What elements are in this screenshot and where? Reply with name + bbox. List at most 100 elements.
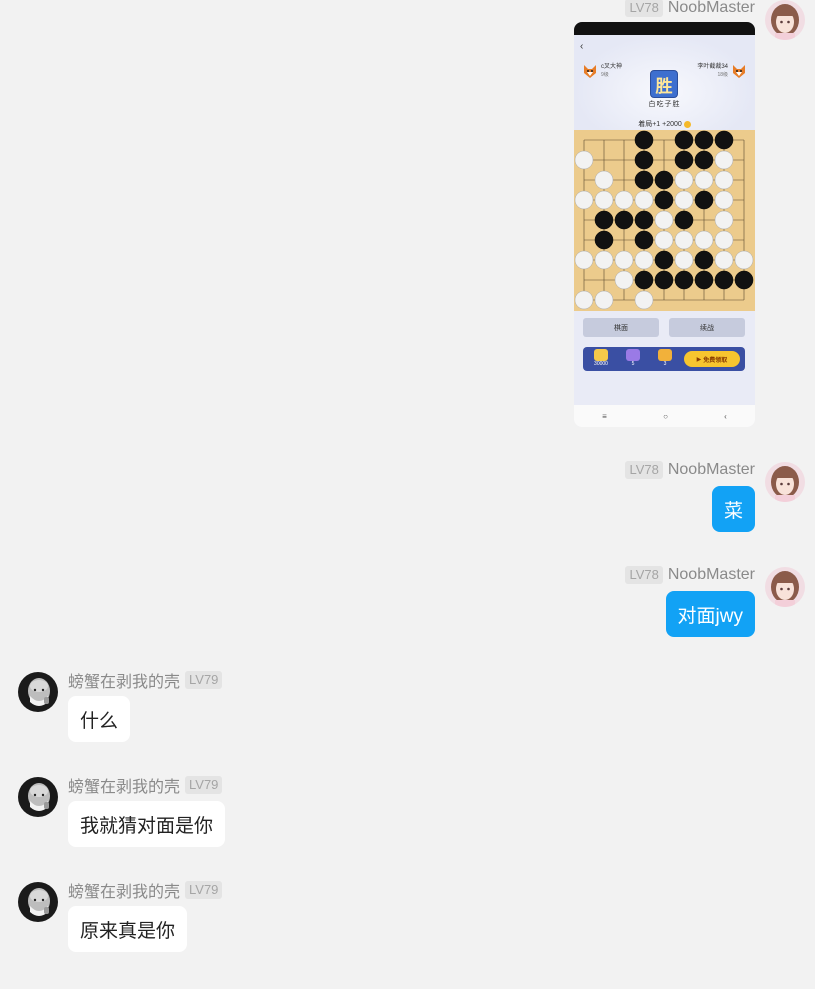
reward-count: 5 <box>631 361 635 367</box>
white-stone <box>674 250 694 270</box>
android-nav-bar: ≡ ○ ‹ <box>574 405 755 427</box>
win-badge: 胜 <box>650 70 678 98</box>
white-stone <box>714 230 734 250</box>
other-avatar[interactable] <box>18 882 58 922</box>
black-stone <box>674 270 694 290</box>
score-line: 着局+1 +2000 <box>574 119 755 129</box>
black-stone <box>634 270 654 290</box>
white-stone <box>614 190 634 210</box>
black-stone <box>614 210 634 230</box>
white-stone <box>714 190 734 210</box>
message-bubble[interactable]: 原来真是你 <box>68 906 188 952</box>
black-stone <box>594 210 614 230</box>
message-meta: LV78 NoobMaster <box>625 565 755 585</box>
right-player-name: 李叶截裁34 <box>697 64 728 70</box>
continue-button[interactable]: 续战 <box>669 318 745 337</box>
message-meta: 螃蟹在剥我的壳 LV79 <box>68 880 223 901</box>
level-badge: LV78 <box>625 566 663 584</box>
level-badge: LV79 <box>185 881 223 899</box>
reward-item: 30000 <box>591 349 611 369</box>
black-stone <box>674 150 694 170</box>
left-player-name: c叉大神 <box>601 64 623 70</box>
white-stone <box>574 190 594 210</box>
other-avatar[interactable] <box>18 777 58 817</box>
username: NoobMaster <box>667 566 755 583</box>
message-bubble[interactable]: 对面jwy <box>665 591 755 637</box>
me-avatar[interactable] <box>765 462 805 502</box>
board-button[interactable]: 棋面 <box>583 318 659 337</box>
black-stone <box>634 170 654 190</box>
black-stone <box>694 150 714 170</box>
status-bar <box>574 22 755 35</box>
other-avatar[interactable] <box>18 672 58 712</box>
menu-icon[interactable]: ≡ <box>602 412 607 421</box>
reward-item: 5 <box>623 349 643 369</box>
black-stone <box>634 210 654 230</box>
right-player: 李叶截裁34 18级 <box>697 63 728 79</box>
white-stone <box>574 250 594 270</box>
home-icon[interactable]: ○ <box>663 412 668 421</box>
message-bubble[interactable]: 我就猜对面是你 <box>68 801 226 847</box>
fox-icon <box>584 65 596 78</box>
back-icon: ‹ <box>580 41 584 52</box>
message-bubble[interactable]: 菜 <box>711 486 755 532</box>
level-badge: LV79 <box>185 776 223 794</box>
white-stone <box>634 190 654 210</box>
white-stone <box>594 170 614 190</box>
white-stone <box>714 250 734 270</box>
reward-count: 3 <box>663 361 667 367</box>
message-meta: 螃蟹在剥我的壳 LV79 <box>68 775 223 796</box>
black-stone <box>674 210 694 230</box>
score-text: 着局+1 +2000 <box>638 121 682 128</box>
message-meta: LV78 NoobMaster <box>625 460 755 480</box>
result-header: ‹ c叉大神 9级 李叶截裁34 18级 胜 白吃子胜 着局+1 +2000 <box>574 35 755 130</box>
username: 螃蟹在剥我的壳 <box>68 674 181 691</box>
black-stone <box>714 130 734 150</box>
white-stone <box>674 190 694 210</box>
white-stone <box>714 210 734 230</box>
message-meta: LV78 NoobMaster <box>625 0 755 18</box>
black-stone <box>694 250 714 270</box>
play-icon: ▶ <box>696 356 702 363</box>
white-stone <box>714 150 734 170</box>
white-stone <box>614 250 634 270</box>
claim-button[interactable]: ▶ 免费领取 <box>684 351 740 367</box>
white-stone <box>654 210 674 230</box>
black-stone <box>654 270 674 290</box>
fox-icon <box>733 65 745 78</box>
username: 螃蟹在剥我的壳 <box>68 779 181 796</box>
black-stone <box>654 190 674 210</box>
black-stone <box>674 130 694 150</box>
white-stone <box>574 290 594 310</box>
reward-bar: 30000 5 3 ▶ 免费领取 <box>583 347 745 371</box>
username: 螃蟹在剥我的壳 <box>68 884 181 901</box>
claim-label: 免费领取 <box>703 357 728 364</box>
me-avatar[interactable] <box>765 0 805 40</box>
white-stone <box>594 290 614 310</box>
white-stone <box>594 190 614 210</box>
black-stone <box>654 170 674 190</box>
win-reason: 白吃子胜 <box>648 101 681 108</box>
white-stone <box>694 230 714 250</box>
black-stone <box>634 230 654 250</box>
black-stone <box>654 250 674 270</box>
white-stone <box>674 170 694 190</box>
black-stone <box>634 150 654 170</box>
white-stone <box>674 230 694 250</box>
white-stone <box>614 270 634 290</box>
white-stone <box>694 170 714 190</box>
coin-icon <box>683 120 691 128</box>
level-badge: LV78 <box>625 0 663 17</box>
white-stone <box>714 170 734 190</box>
username: NoobMaster <box>667 0 755 16</box>
black-stone <box>694 190 714 210</box>
reward-item: 3 <box>655 349 675 369</box>
back-nav-icon[interactable]: ‹ <box>724 412 727 421</box>
me-avatar[interactable] <box>765 567 805 607</box>
username: NoobMaster <box>667 461 755 478</box>
left-player-level: 9级 <box>601 72 609 78</box>
coin-stack-icon <box>594 349 608 361</box>
black-stone <box>694 130 714 150</box>
message-bubble[interactable]: 什么 <box>68 696 131 742</box>
game-result-image[interactable]: ‹ c叉大神 9级 李叶截裁34 18级 胜 白吃子胜 着局+1 +2000 棋… <box>574 22 755 427</box>
